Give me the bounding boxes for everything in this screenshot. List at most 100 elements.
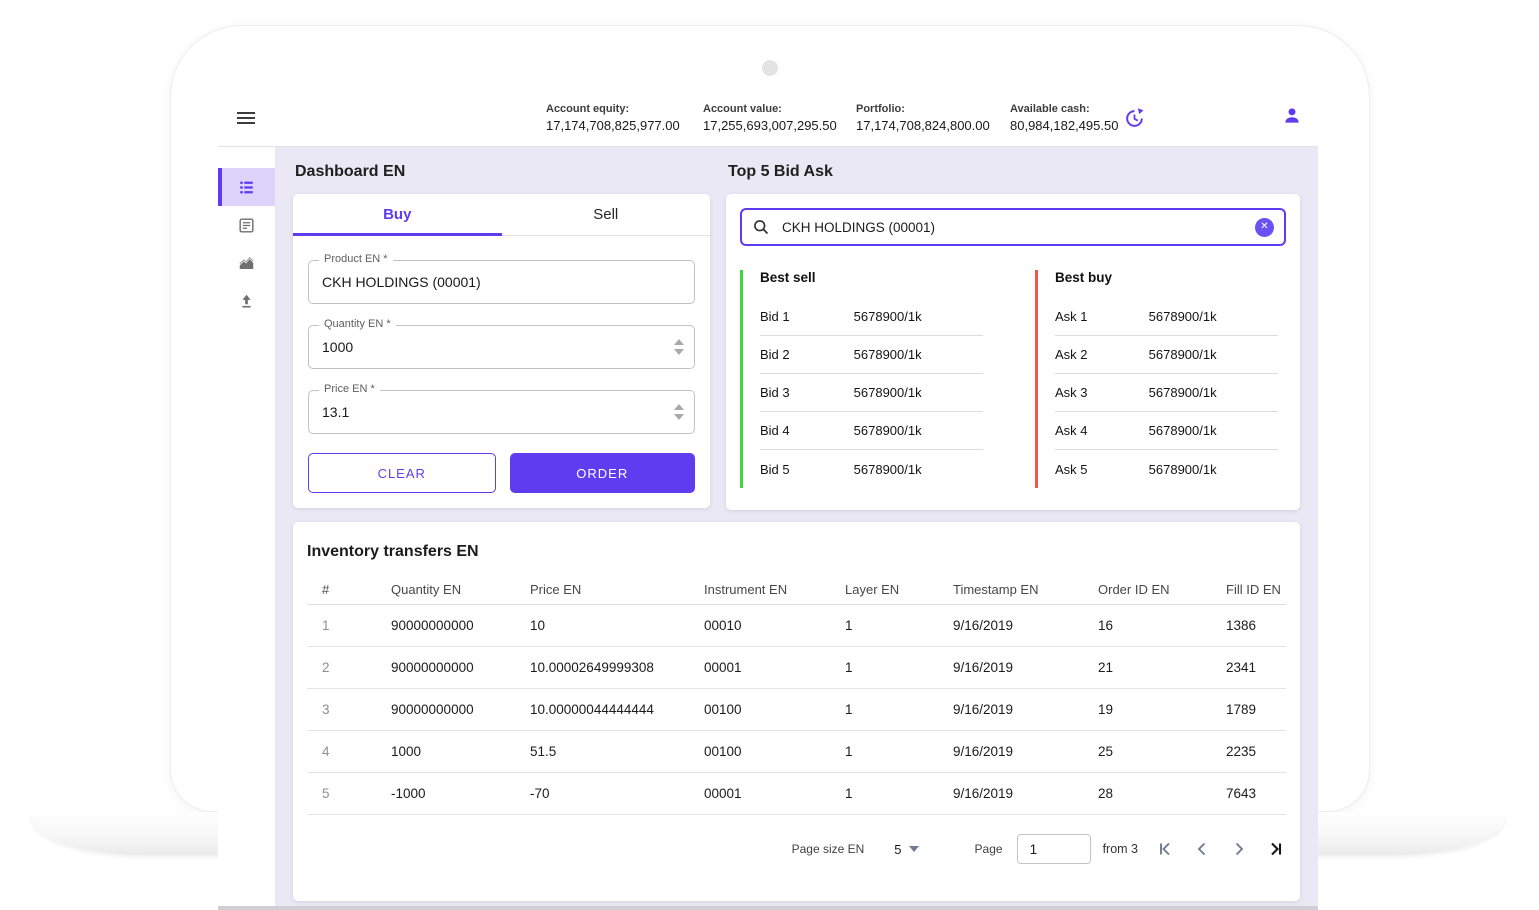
tab-buy[interactable]: Buy [293, 194, 502, 235]
bid-label: Bid 2 [760, 347, 854, 362]
update-icon[interactable] [1124, 108, 1145, 129]
instrument-search: ✕ [740, 208, 1286, 246]
cell: 1 [845, 618, 953, 633]
last-page-icon[interactable] [1266, 839, 1286, 859]
table-header-row: # Quantity EN Price EN Instrument EN Lay… [307, 575, 1286, 605]
table-row: 5 -1000 -70 00001 1 9/16/2019 28 7643 [307, 773, 1286, 815]
stepper-down-icon[interactable] [674, 349, 684, 355]
sidebar-item-dashboard[interactable] [218, 168, 275, 206]
table-row: 4 1000 51.5 00100 1 9/16/2019 25 2235 [307, 731, 1286, 773]
cell: 1386 [1226, 618, 1286, 633]
clear-search-icon[interactable]: ✕ [1255, 218, 1274, 237]
app-screen: Account equity: 17,174,708,825,977.00 Ac… [218, 90, 1318, 910]
order-form-card: Buy Sell Product EN * Quantity EN * [293, 194, 710, 508]
bid-value: 5678900/1k [854, 347, 922, 362]
hamburger-icon[interactable] [237, 109, 255, 127]
ask-value: 5678900/1k [1149, 385, 1217, 400]
cell: 1 [845, 786, 953, 801]
stat-value: 17,255,693,007,295.50 [703, 118, 856, 133]
cell: 90000000000 [391, 660, 530, 675]
search-icon [752, 218, 770, 236]
cell: 21 [1098, 660, 1226, 675]
cell: 10.00002649999308 [530, 660, 704, 675]
article-icon [237, 216, 256, 235]
page-size-select[interactable]: 5 [894, 842, 918, 857]
cell: 2341 [1226, 660, 1286, 675]
clear-button[interactable]: CLEAR [308, 453, 496, 493]
ask-label: Ask 1 [1055, 309, 1149, 324]
quantity-field: Quantity EN * [308, 325, 695, 369]
laptop-mockup: Account equity: 17,174,708,825,977.00 Ac… [0, 0, 1539, 910]
stat-portfolio: Portfolio: 17,174,708,824,800.00 [856, 103, 1010, 133]
price-field: Price EN * [308, 390, 695, 434]
price-input[interactable] [322, 404, 681, 420]
top5-card: ✕ Best sell Bid 1 5678900/1k Bid 2 [726, 194, 1300, 510]
cell: 10.00000044444444 [530, 702, 704, 717]
cell: 5 [307, 786, 391, 801]
bid-row: Bid 5 5678900/1k [760, 450, 983, 488]
search-input[interactable] [780, 219, 1255, 236]
tab-sell[interactable]: Sell [502, 194, 711, 235]
ask-label: Ask 2 [1055, 347, 1149, 362]
ask-value: 5678900/1k [1149, 423, 1217, 438]
chart-icon [237, 254, 256, 273]
previous-page-icon[interactable] [1192, 839, 1212, 859]
cell: 00001 [704, 786, 845, 801]
col-header: Price EN [530, 582, 704, 597]
stepper-up-icon[interactable] [674, 339, 684, 345]
quantity-stepper[interactable] [674, 339, 684, 355]
inventory-card: Inventory transfers EN # Quantity EN Pri… [293, 522, 1300, 901]
bid-value: 5678900/1k [854, 309, 922, 324]
col-header: Order ID EN [1098, 582, 1226, 597]
col-header: Instrument EN [704, 582, 845, 597]
account-stats: Account equity: 17,174,708,825,977.00 Ac… [546, 103, 1110, 133]
person-icon[interactable] [1282, 106, 1302, 131]
best-buy-title: Best buy [1055, 270, 1278, 298]
stat-label: Portfolio: [856, 103, 1010, 115]
table-row: 3 90000000000 10.00000044444444 00100 1 … [307, 689, 1286, 731]
cell: -70 [530, 786, 704, 801]
stepper-down-icon[interactable] [674, 414, 684, 420]
cell: 1 [845, 744, 953, 759]
ask-row: Ask 3 5678900/1k [1055, 374, 1278, 412]
page-number-input[interactable] [1017, 834, 1091, 864]
quantity-input[interactable] [322, 339, 681, 355]
col-header: Quantity EN [391, 582, 530, 597]
app-header: Account equity: 17,174,708,825,977.00 Ac… [218, 90, 1318, 147]
stat-available-cash: Available cash: 80,984,182,495.50 [1010, 103, 1110, 133]
laptop-camera-dot [762, 60, 778, 76]
cell: 28 [1098, 786, 1226, 801]
cell: 16 [1098, 618, 1226, 633]
page-count-label: from 3 [1103, 842, 1138, 856]
next-page-icon[interactable] [1229, 839, 1249, 859]
ask-value: 5678900/1k [1149, 462, 1217, 477]
cell: 3 [307, 702, 391, 717]
product-input[interactable] [322, 274, 681, 290]
table-row: 1 90000000000 10 00010 1 9/16/2019 16 13… [307, 605, 1286, 647]
bid-value: 5678900/1k [854, 423, 922, 438]
bid-row: Bid 4 5678900/1k [760, 412, 983, 450]
order-button[interactable]: ORDER [510, 453, 696, 493]
cell: 10 [530, 618, 704, 633]
stat-account-equity: Account equity: 17,174,708,825,977.00 [546, 103, 703, 133]
cell: 9/16/2019 [953, 618, 1098, 633]
bid-label: Bid 1 [760, 309, 854, 324]
product-field: Product EN * [308, 260, 695, 304]
sidebar-item-upload[interactable] [218, 282, 275, 320]
page-label: Page [975, 842, 1003, 856]
ask-row: Ask 1 5678900/1k [1055, 298, 1278, 336]
price-stepper[interactable] [674, 404, 684, 420]
cell: 9/16/2019 [953, 786, 1098, 801]
bid-value: 5678900/1k [854, 385, 922, 400]
sidebar-item-orders[interactable] [218, 206, 275, 244]
bid-label: Bid 3 [760, 385, 854, 400]
cell: 25 [1098, 744, 1226, 759]
first-page-icon[interactable] [1155, 839, 1175, 859]
sidebar-item-charts[interactable] [218, 244, 275, 282]
upload-icon [237, 292, 256, 311]
screen-bottom-edge [218, 906, 1318, 910]
stepper-up-icon[interactable] [674, 404, 684, 410]
bid-label: Bid 5 [760, 462, 854, 477]
cell: 90000000000 [391, 618, 530, 633]
cell: 19 [1098, 702, 1226, 717]
